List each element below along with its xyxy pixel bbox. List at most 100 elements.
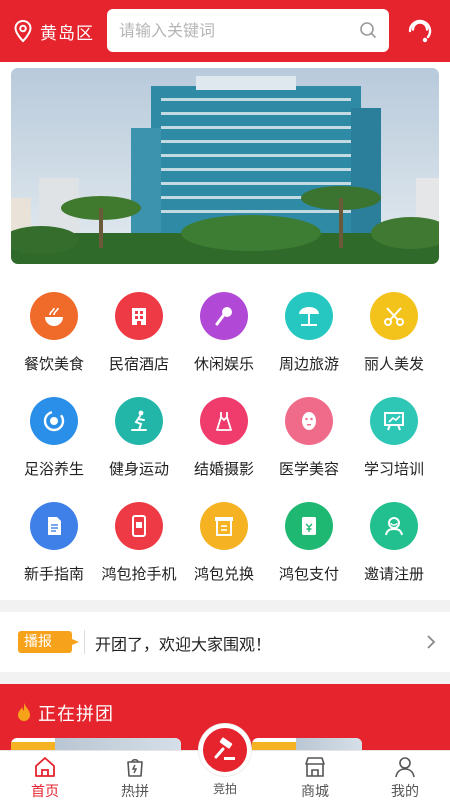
category-icon-bg: [115, 292, 163, 340]
guide-document-icon: [48, 517, 61, 535]
category-label: 足浴养生: [23, 460, 84, 478]
category-hotel[interactable]: 民宿酒店: [94, 282, 184, 382]
tab-label: 首页: [31, 784, 59, 800]
category-travel[interactable]: 周边旅游: [264, 282, 354, 382]
category-icon-bg: [30, 502, 78, 550]
exchange-icon: [215, 517, 233, 536]
category-icon-bg: [200, 502, 248, 550]
card-tag: [252, 742, 296, 750]
category-label: 结婚摄影: [193, 460, 254, 478]
notice-divider: [84, 630, 85, 654]
category-grid: 餐饮美食 民宿酒店 休闲娱乐 周边旅游 丽人美发 足浴养生 健身运动 结婚摄影 …: [0, 272, 450, 600]
category-icon-bg: [115, 397, 163, 445]
tab-label: 商城: [301, 784, 329, 800]
category-leisure[interactable]: 休闲娱乐: [179, 282, 269, 382]
location-pin-icon: [14, 19, 32, 43]
category-icon-bg: [30, 397, 78, 445]
category-label: 新手指南: [23, 565, 84, 583]
category-label: 鸿包支付: [278, 565, 339, 583]
search-icon[interactable]: [359, 21, 377, 39]
category-icon-bg: [285, 397, 333, 445]
category-label: 健身运动: [108, 460, 169, 478]
category-icon-bg: [285, 292, 333, 340]
flame-icon: [18, 703, 30, 721]
tab-auction[interactable]: [199, 724, 251, 776]
category-label: 学习培训: [363, 460, 424, 478]
tab-hot-group[interactable]: 热拼: [90, 751, 180, 800]
tab-label: 我的: [391, 784, 419, 800]
category-label: 休闲娱乐: [193, 355, 254, 373]
invite-user-icon: [385, 517, 403, 536]
category-invite[interactable]: 邀请注册: [349, 492, 439, 592]
wedding-dress-icon: [216, 412, 232, 431]
wallet-pay-icon: [302, 517, 316, 535]
beach-umbrella-icon: [299, 307, 319, 326]
tab-profile[interactable]: 我的: [360, 751, 450, 800]
group-buy-card[interactable]: [252, 738, 362, 750]
category-icon-bg: [370, 502, 418, 550]
category-beauty[interactable]: 丽人美发: [349, 282, 439, 382]
tab-home[interactable]: 首页: [0, 751, 90, 800]
phone-grab-icon: [132, 515, 146, 537]
category-food[interactable]: 餐饮美食: [9, 282, 99, 382]
category-training[interactable]: 学习培训: [349, 387, 439, 487]
location-selector[interactable]: 黄岛区: [12, 19, 94, 44]
home-icon: [35, 757, 55, 777]
customer-service-icon[interactable]: [404, 15, 436, 47]
scissors-icon: [384, 307, 404, 326]
category-guide[interactable]: 新手指南: [9, 492, 99, 592]
category-label: 邀请注册: [363, 565, 424, 583]
group-buy-card[interactable]: [11, 738, 181, 750]
category-label: 鸿包抢手机: [101, 565, 177, 583]
category-label: 医学美容: [278, 460, 339, 478]
category-icon-bg: [200, 292, 248, 340]
category-fitness[interactable]: 健身运动: [94, 387, 184, 487]
category-icon-bg: [370, 292, 418, 340]
category-label: 民宿酒店: [108, 355, 169, 373]
notice-badge: 播报: [18, 631, 79, 653]
category-icon-bg: [30, 292, 78, 340]
group-buy-title: 正在拼团: [38, 704, 114, 725]
notice-message: 开团了，欢迎大家围观！: [95, 635, 272, 654]
search-input[interactable]: [119, 9, 349, 52]
category-label: 丽人美发: [363, 355, 424, 373]
category-icon-bg: [370, 397, 418, 445]
tab-label: 竞拍: [212, 782, 237, 796]
fitness-icon: [131, 410, 147, 431]
category-label: 鸿包兑换: [193, 565, 254, 583]
location-label: 黄岛区: [40, 23, 94, 44]
training-board-icon: [384, 412, 404, 431]
category-icon-bg: [200, 397, 248, 445]
chevron-right-icon[interactable]: [424, 634, 438, 650]
banner-image[interactable]: [11, 68, 439, 264]
category-medical-beauty[interactable]: 医学美容: [264, 387, 354, 487]
banner-section: [0, 62, 450, 272]
profile-icon: [395, 757, 415, 778]
auction-gavel-icon: [214, 737, 235, 760]
category-label: 周边旅游: [278, 355, 339, 373]
category-exchange[interactable]: 鸿包兑换: [179, 492, 269, 592]
category-wedding[interactable]: 结婚摄影: [179, 387, 269, 487]
card-image: [55, 738, 181, 750]
search-box[interactable]: [107, 9, 389, 52]
tab-label: 热拼: [121, 784, 149, 800]
mall-icon: [305, 757, 325, 777]
microphone-icon: [215, 307, 232, 326]
card-tag: [11, 742, 55, 750]
category-icon-bg: [115, 502, 163, 550]
food-icon: [45, 307, 63, 326]
category-phone-grab[interactable]: 鸿包抢手机: [94, 492, 184, 592]
face-mask-icon: [302, 412, 316, 430]
top-header: 黄岛区: [0, 0, 450, 62]
category-icon-bg: [285, 502, 333, 550]
hot-group-icon: [127, 758, 143, 777]
category-label: 餐饮美食: [23, 355, 84, 373]
category-foot-spa[interactable]: 足浴养生: [9, 387, 99, 487]
category-pay[interactable]: 鸿包支付: [264, 492, 354, 592]
hotel-photo: [11, 68, 439, 264]
hotel-icon: [132, 308, 146, 325]
foot-spa-icon: [43, 410, 65, 432]
notice-bar[interactable]: 播报 开团了，欢迎大家围观！: [0, 612, 450, 672]
tab-mall[interactable]: 商城: [270, 751, 360, 800]
card-image: [296, 738, 362, 750]
